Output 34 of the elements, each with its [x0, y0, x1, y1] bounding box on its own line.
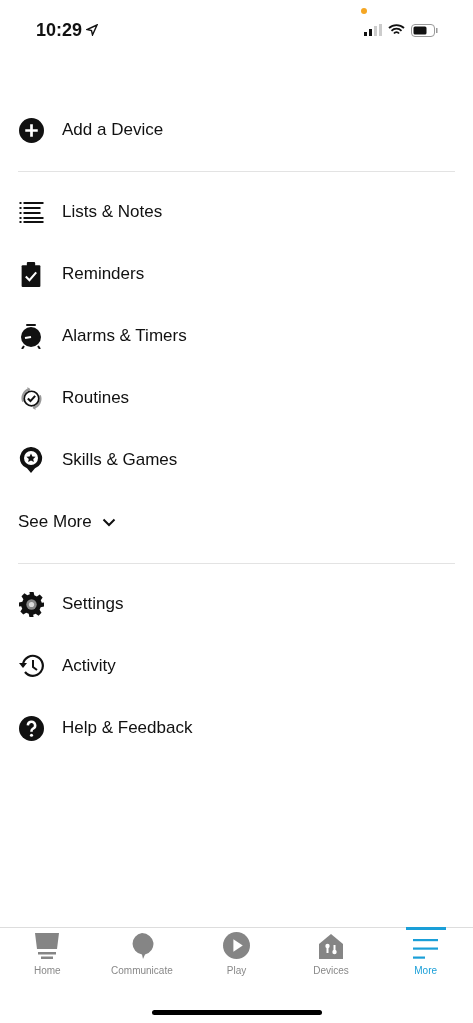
chevron-icon [101, 517, 116, 527]
menu-item[interactable]: Add a Device [0, 99, 473, 161]
list-icon [18, 201, 44, 223]
menu-item[interactable]: Activity [0, 635, 473, 697]
play-icon [223, 932, 250, 959]
home-icon [35, 933, 60, 959]
privacy-indicator-icon [361, 8, 367, 14]
settings-icon [18, 591, 44, 617]
battery-icon [411, 23, 438, 37]
menu-item[interactable]: Settings [0, 573, 473, 635]
signal-icon [364, 24, 382, 36]
menu-icon [413, 939, 439, 959]
tab[interactable]: Home [0, 928, 95, 985]
help-icon [18, 715, 44, 741]
clock-time: 10:29 [36, 19, 83, 41]
menu-item[interactable]: Routines [0, 367, 473, 429]
menu-item[interactable]: Help & Feedback [0, 697, 473, 759]
history-icon [18, 654, 44, 678]
star-bubble-icon [19, 447, 43, 473]
menu-item[interactable]: Skills & Games [0, 429, 473, 491]
house-icon [319, 934, 344, 959]
tab[interactable]: Communicate [94, 928, 190, 985]
menu-item[interactable]: Alarms & Timers [0, 305, 473, 367]
menu-item[interactable]: Lists & Notes [0, 181, 473, 243]
clipboard-check-icon [20, 261, 42, 287]
see-more-button[interactable]: See More [18, 512, 116, 532]
add-icon [18, 117, 44, 143]
alarm-clock-icon [19, 323, 43, 349]
wifi-icon [388, 24, 405, 36]
location-arrow-icon [86, 24, 99, 36]
menu-item[interactable]: Reminders [0, 243, 473, 305]
tab[interactable]: Devices [283, 928, 379, 985]
routine-cycle-icon [18, 385, 44, 411]
tab[interactable]: Play [189, 928, 284, 985]
